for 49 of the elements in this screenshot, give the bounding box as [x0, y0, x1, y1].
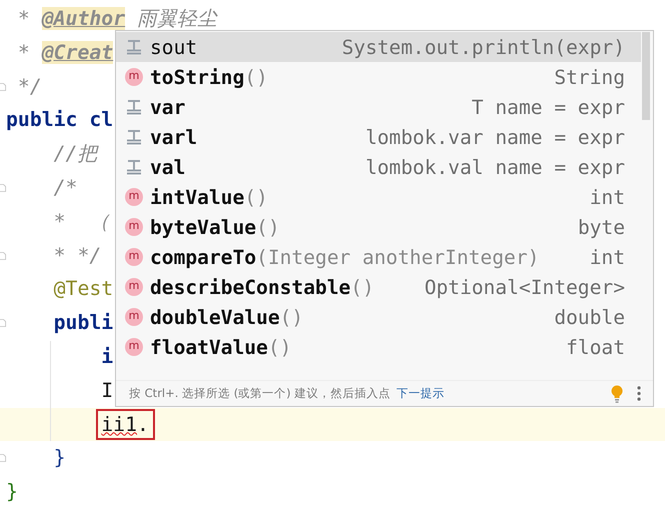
code-text: .: [137, 412, 149, 436]
template-icon: [125, 128, 143, 146]
completion-item[interactable]: val lombok.val name = expr: [116, 152, 641, 182]
code-text: *: [16, 7, 31, 30]
code-text: * （: [52, 210, 110, 233]
code-text: publi: [52, 311, 114, 334]
code-text: }: [6, 480, 18, 504]
code-text: public cl: [6, 108, 114, 132]
completion-item[interactable]: varl lombok.var name = expr: [116, 122, 641, 152]
more-icon[interactable]: [637, 386, 641, 401]
completion-item[interactable]: m toString() String: [116, 62, 641, 92]
method-icon: m: [125, 188, 143, 206]
code-text: 雨翼轻尘: [136, 7, 218, 30]
code-text: * */: [52, 244, 102, 267]
method-icon: m: [125, 338, 143, 356]
method-icon: m: [125, 218, 143, 236]
completion-item[interactable]: var T name = expr: [116, 92, 641, 122]
fold-icon[interactable]: [0, 80, 7, 93]
method-icon: m: [125, 68, 143, 86]
completion-item[interactable]: m doubleValue() double: [116, 302, 641, 332]
error-text: ii1: [101, 412, 137, 436]
fold-icon[interactable]: [0, 317, 7, 330]
code-text: //把: [52, 142, 98, 166]
completion-item[interactable]: m describeConstable() Optional<Integer>: [116, 272, 641, 302]
lightbulb-icon[interactable]: [611, 384, 623, 402]
code-text: i: [100, 344, 114, 368]
completion-item[interactable]: sout System.out.println(expr): [116, 32, 641, 62]
code-text: }: [52, 446, 66, 470]
template-icon: [125, 98, 143, 116]
scrollbar-thumb[interactable]: [642, 32, 650, 120]
code-text: I: [100, 378, 114, 402]
fold-icon[interactable]: [0, 452, 7, 464]
completion-item[interactable]: m floatValue() float: [116, 332, 641, 362]
hint-text: 按 Ctrl+. 选择所选 (或第一个) 建议，然后插入点: [129, 386, 390, 401]
method-icon: m: [125, 308, 143, 326]
method-icon: m: [125, 248, 143, 266]
completion-item[interactable]: m compareTo(Integer anotherInteger) int: [116, 242, 641, 272]
method-icon: m: [125, 278, 143, 296]
template-icon: [125, 38, 143, 56]
next-tip-link[interactable]: 下一提示: [396, 386, 444, 401]
completion-item[interactable]: m byteValue() byte: [116, 212, 641, 242]
fold-icon[interactable]: [0, 250, 7, 262]
fold-icon[interactable]: [0, 182, 7, 194]
code-text: */: [16, 74, 42, 98]
template-icon: [125, 158, 143, 176]
completion-item[interactable]: m intValue() int: [116, 182, 641, 212]
code-text: *: [16, 40, 31, 64]
code-text: /*: [52, 176, 78, 199]
code-text: @Test: [52, 277, 114, 300]
